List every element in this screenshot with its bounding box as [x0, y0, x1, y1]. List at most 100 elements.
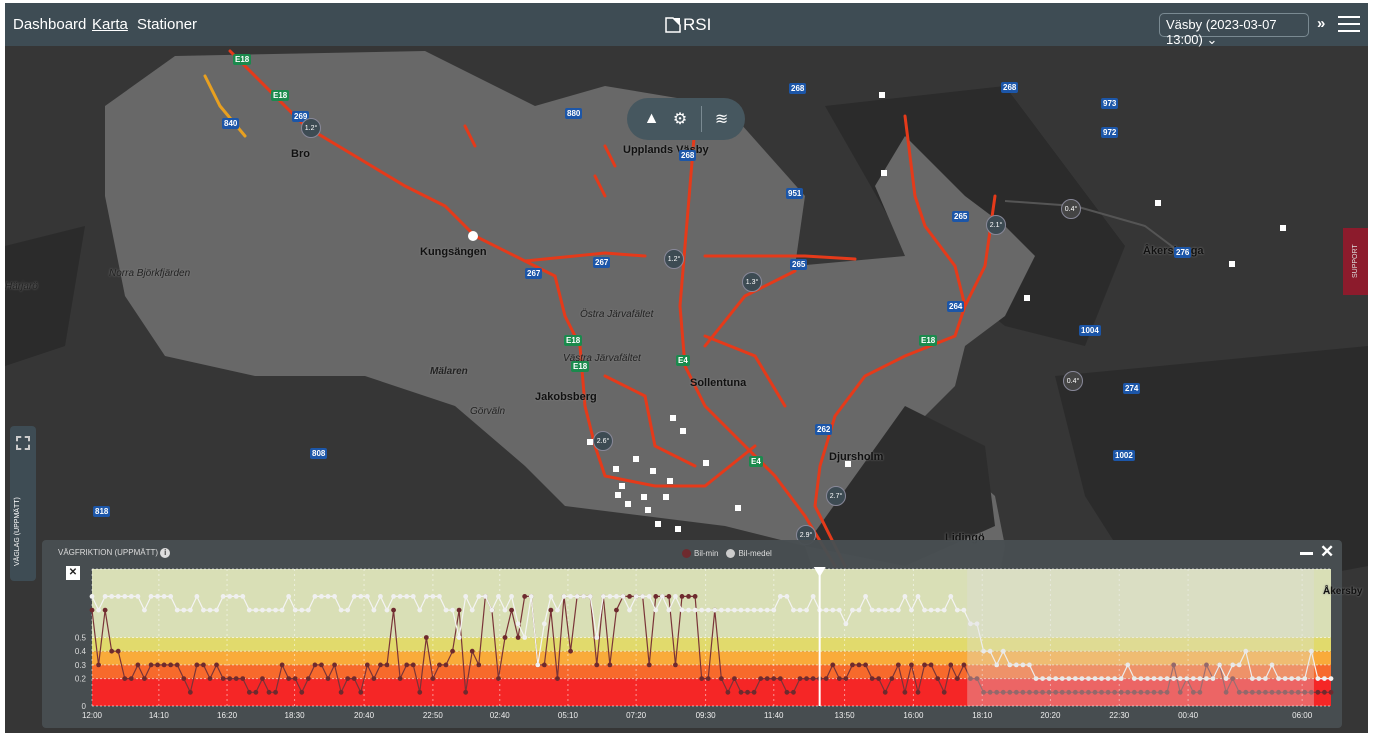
data-point — [417, 689, 423, 695]
data-point — [561, 594, 567, 599]
x-tick-label: 05:10 — [558, 711, 579, 720]
station-select[interactable]: Väsby (2023-03-07 13:00) ⌄ — [1159, 13, 1309, 47]
expand-icon[interactable] — [16, 436, 30, 450]
road-shield: 880 — [565, 108, 583, 119]
data-point — [155, 594, 160, 599]
data-point — [312, 594, 318, 599]
station-marker[interactable] — [1280, 225, 1286, 231]
data-point — [96, 662, 101, 668]
data-point — [587, 594, 593, 599]
data-point — [1322, 689, 1327, 695]
station-marker[interactable] — [879, 92, 885, 98]
data-point — [299, 607, 305, 613]
station-marker[interactable] — [663, 494, 669, 500]
road-shield: 262 — [815, 424, 833, 435]
data-point — [515, 621, 521, 627]
support-tab[interactable]: SUPPORT — [1343, 228, 1368, 295]
temperature-marker[interactable]: 0.4° — [1063, 371, 1083, 391]
app: Dashboard Karta Stationer RSI Väsby (202… — [5, 3, 1368, 733]
temperature-marker[interactable]: 2.7° — [826, 486, 846, 506]
station-marker[interactable] — [650, 468, 656, 474]
x-tick-label: 12:00 — [82, 711, 103, 720]
station-marker[interactable] — [655, 521, 661, 527]
data-point — [699, 676, 705, 681]
road-icon[interactable]: ▲ — [644, 110, 660, 128]
data-point — [594, 662, 600, 668]
station-marker[interactable] — [613, 466, 619, 472]
data-point — [843, 621, 849, 627]
station-marker[interactable] — [625, 501, 631, 507]
friction-chart[interactable]: 0 0.2 0.3 0.4 0.5 12:00 14:10 16:20 18:30 20:40 22… — [42, 540, 1342, 728]
temperature-marker[interactable]: 1.3° — [742, 272, 762, 292]
road-shield: 267 — [525, 268, 543, 279]
data-point — [712, 607, 718, 613]
road-condition-sidebar[interactable]: VÄGLAG (UPPMÄTT) — [10, 426, 36, 581]
station-marker[interactable] — [1024, 295, 1030, 301]
station-marker[interactable] — [615, 492, 621, 498]
station-marker[interactable] — [667, 478, 673, 484]
data-point — [135, 594, 141, 599]
station-marker[interactable] — [645, 507, 651, 513]
station-marker[interactable] — [1229, 261, 1235, 267]
data-point — [823, 676, 829, 681]
nav-karta[interactable]: Karta — [92, 16, 128, 33]
nav-stationer[interactable]: Stationer — [137, 16, 197, 33]
x-tick-label: 20:20 — [1040, 711, 1061, 720]
data-point — [332, 594, 337, 599]
data-point — [810, 594, 816, 599]
data-point — [745, 689, 750, 695]
data-point — [135, 662, 141, 668]
data-point — [830, 607, 836, 613]
hamburger-menu-icon[interactable] — [1338, 16, 1360, 32]
data-point — [843, 676, 849, 681]
double-chevron-right-icon[interactable]: » — [1317, 15, 1325, 32]
data-point — [496, 594, 501, 599]
temperature-marker[interactable]: 0.4° — [1061, 199, 1081, 219]
place-label: Norra Björkfjärden — [109, 268, 191, 279]
data-point — [338, 689, 344, 695]
station-marker[interactable] — [680, 428, 686, 434]
data-point — [522, 635, 528, 640]
data-point — [725, 689, 731, 695]
data-point — [869, 607, 875, 613]
data-point — [535, 662, 541, 668]
station-marker[interactable] — [633, 456, 639, 462]
tractor-icon[interactable]: ⚙ — [673, 109, 687, 129]
station-marker[interactable] — [703, 460, 709, 466]
station-marker[interactable] — [845, 461, 851, 467]
road-shield: 274 — [1123, 383, 1141, 394]
data-point — [148, 662, 154, 668]
place-label: Mälaren — [430, 366, 468, 377]
temperature-marker[interactable]: 2.1° — [986, 215, 1006, 235]
station-marker[interactable] — [735, 505, 741, 511]
temperature-marker[interactable]: 2.6° — [593, 431, 613, 451]
data-point — [128, 676, 134, 681]
data-point — [233, 676, 239, 681]
data-point — [246, 689, 252, 695]
data-point — [148, 594, 154, 599]
data-point — [810, 676, 816, 681]
x-tick-label: 13:50 — [835, 711, 856, 720]
station-marker[interactable] — [675, 526, 681, 532]
data-point — [319, 662, 324, 668]
data-point — [240, 676, 246, 681]
data-point — [423, 635, 429, 640]
data-point — [378, 594, 383, 599]
layers-icon[interactable]: ≋ — [715, 109, 728, 129]
temperature-marker[interactable]: 1.2° — [664, 249, 684, 269]
station-marker[interactable] — [641, 494, 647, 500]
x-tick-label: 06:00 — [1292, 711, 1313, 720]
y-tick-label: 0.3 — [75, 661, 87, 670]
station-marker[interactable] — [881, 170, 887, 176]
data-point — [836, 676, 842, 681]
data-point — [555, 676, 560, 681]
station-marker[interactable] — [670, 415, 676, 421]
nav-dashboard[interactable]: Dashboard — [13, 16, 86, 33]
station-marker[interactable] — [587, 439, 593, 445]
station-marker[interactable] — [1155, 200, 1161, 206]
data-point — [659, 594, 665, 599]
station-marker[interactable] — [619, 483, 625, 489]
data-point — [122, 676, 128, 681]
temperature-marker[interactable]: 1.2° — [301, 118, 321, 138]
data-point — [214, 607, 219, 613]
